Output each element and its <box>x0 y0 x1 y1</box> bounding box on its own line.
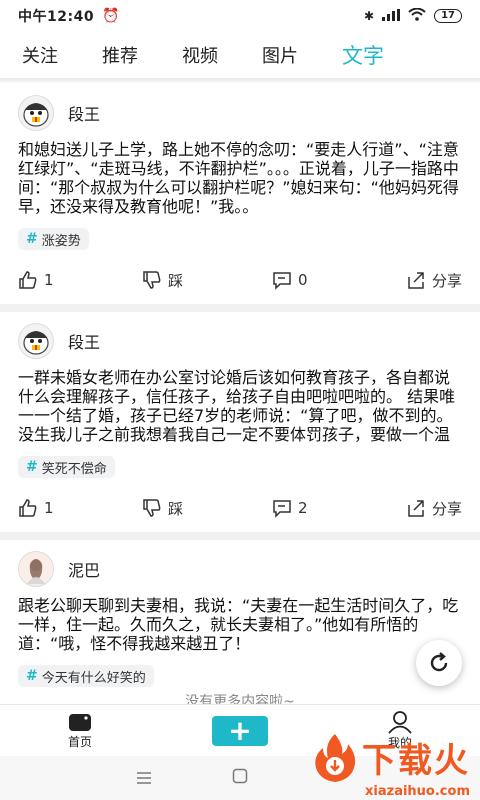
post-author-name[interactable]: 泥巴 <box>68 557 100 581</box>
refresh-icon <box>430 652 448 672</box>
like-button[interactable]: 1 <box>18 498 142 518</box>
nav-home-label: 首页 <box>67 735 92 749</box>
post-tag-label: 笑死不偿命 <box>41 461 107 477</box>
no-more-content-text: 没有更多内容啦~ <box>0 692 480 704</box>
like-count: 1 <box>44 499 54 517</box>
dislike-button[interactable]: 踩 <box>142 270 272 291</box>
tab-follow[interactable]: 关注 <box>22 42 58 68</box>
dislike-label: 踩 <box>168 271 184 290</box>
post-card[interactable]: 泥巴 跟老公聊天聊到夫妻相，我说：“夫妻在一起生活时间久了，吃一样，住一起。久而… <box>0 540 480 704</box>
hash-icon: # <box>26 231 38 247</box>
post-actions: 1 踩 2 分享 <box>18 484 462 532</box>
post-author-name[interactable]: 段王 <box>68 329 100 353</box>
penguin-avatar-icon <box>23 103 49 127</box>
home-icon <box>69 714 91 731</box>
home-square-icon[interactable] <box>232 768 248 788</box>
hash-icon: # <box>26 668 38 684</box>
post-author-row: 段王 <box>18 92 462 134</box>
share-label: 分享 <box>431 271 462 290</box>
post-author-row: 泥巴 <box>18 548 462 590</box>
dislike-button[interactable]: 踩 <box>142 498 272 519</box>
avatar[interactable] <box>18 323 54 359</box>
add-post-button[interactable]: + <box>212 715 268 746</box>
hash-icon: # <box>26 459 38 475</box>
like-button[interactable]: 1 <box>18 270 142 290</box>
post-author-row: 段王 <box>18 320 462 362</box>
category-tabs: 关注 推荐 视频 图片 文字 <box>0 32 480 78</box>
comment-button[interactable]: 0 <box>272 270 394 290</box>
flame-logo-icon <box>315 734 356 782</box>
post-tag-label: 涨姿势 <box>41 233 81 249</box>
alarm-icon: ⏰ <box>102 8 120 24</box>
thumbs-down-icon <box>143 271 161 289</box>
comment-count: 0 <box>298 271 308 289</box>
post-content[interactable]: 和媳妇送儿子上学，路上她不停的念叨：“要走人行道”、“注意红绿灯”、“走斑马线，… <box>18 140 462 216</box>
post-actions: 1 踩 0 分享 <box>18 256 462 304</box>
avatar[interactable] <box>18 551 54 587</box>
post-card[interactable]: 段王 一群未婚女老师在办公室讨论婚后该如何教育孩子，各自都说什么会理解孩子，信任… <box>0 312 480 532</box>
post-content[interactable]: 跟老公聊天聊到夫妻相，我说：“夫妻在一起生活时间久了，吃一样，住一起。久而久之，… <box>18 596 462 653</box>
comment-button[interactable]: 2 <box>272 498 394 518</box>
tab-video[interactable]: 视频 <box>182 42 218 68</box>
watermark-logo: 下载火 xiazaihuo.com <box>308 730 470 799</box>
post-tag-label: 今天有什么好笑的 <box>41 670 146 686</box>
status-bar: 中午12:40 ⏰ ✱ 17 <box>0 0 480 32</box>
share-label: 分享 <box>431 499 462 518</box>
signal-icon <box>382 8 401 24</box>
thumbs-up-icon <box>19 499 37 517</box>
thumbs-down-icon <box>143 499 161 517</box>
tab-images[interactable]: 图片 <box>262 42 298 68</box>
share-icon <box>408 272 424 289</box>
post-tag[interactable]: # 笑死不偿命 <box>18 456 115 478</box>
refresh-button[interactable] <box>416 640 462 686</box>
watermark-url: xiazaihuo.com <box>365 784 470 799</box>
tab-text[interactable]: 文字 <box>342 40 384 70</box>
share-icon <box>408 500 424 517</box>
post-content[interactable]: 一群未婚女老师在办公室讨论婚后该如何教育孩子，各自都说什么会理解孩子，信任孩子，… <box>18 368 462 444</box>
post-card[interactable]: 段王 和媳妇送儿子上学，路上她不停的念叨：“要走人行道”、“注意红绿灯”、“走斑… <box>0 84 480 304</box>
user-photo-avatar-icon <box>27 559 45 584</box>
comment-icon <box>273 272 291 290</box>
post-tag[interactable]: # 涨姿势 <box>18 228 89 250</box>
status-icons: ✱ 17 <box>364 7 462 24</box>
thumbs-up-icon <box>19 271 37 289</box>
watermark-brand: 下载火 <box>362 740 470 781</box>
nav-add[interactable]: + <box>160 715 320 746</box>
post-author-name[interactable]: 段王 <box>68 101 100 125</box>
nav-home[interactable]: 首页 <box>0 711 160 750</box>
menu-icon[interactable] <box>136 769 152 788</box>
status-time: 中午12:40 <box>18 9 95 25</box>
wifi-icon <box>408 7 426 24</box>
battery-indicator: 17 <box>434 9 462 23</box>
dislike-label: 踩 <box>168 499 184 518</box>
post-feed[interactable]: 段王 和媳妇送儿子上学，路上她不停的念叨：“要走人行道”、“注意红绿灯”、“走斑… <box>0 84 480 704</box>
comment-count: 2 <box>298 499 308 517</box>
share-button[interactable]: 分享 <box>406 498 462 519</box>
share-button[interactable]: 分享 <box>406 270 462 291</box>
bluetooth-icon: ✱ <box>364 9 375 23</box>
like-count: 1 <box>44 271 54 289</box>
post-tag[interactable]: # 今天有什么好笑的 <box>18 665 154 687</box>
avatar[interactable] <box>18 95 54 131</box>
penguin-avatar-icon <box>23 331 49 355</box>
comment-icon <box>273 500 291 518</box>
tab-recommend[interactable]: 推荐 <box>102 42 138 68</box>
